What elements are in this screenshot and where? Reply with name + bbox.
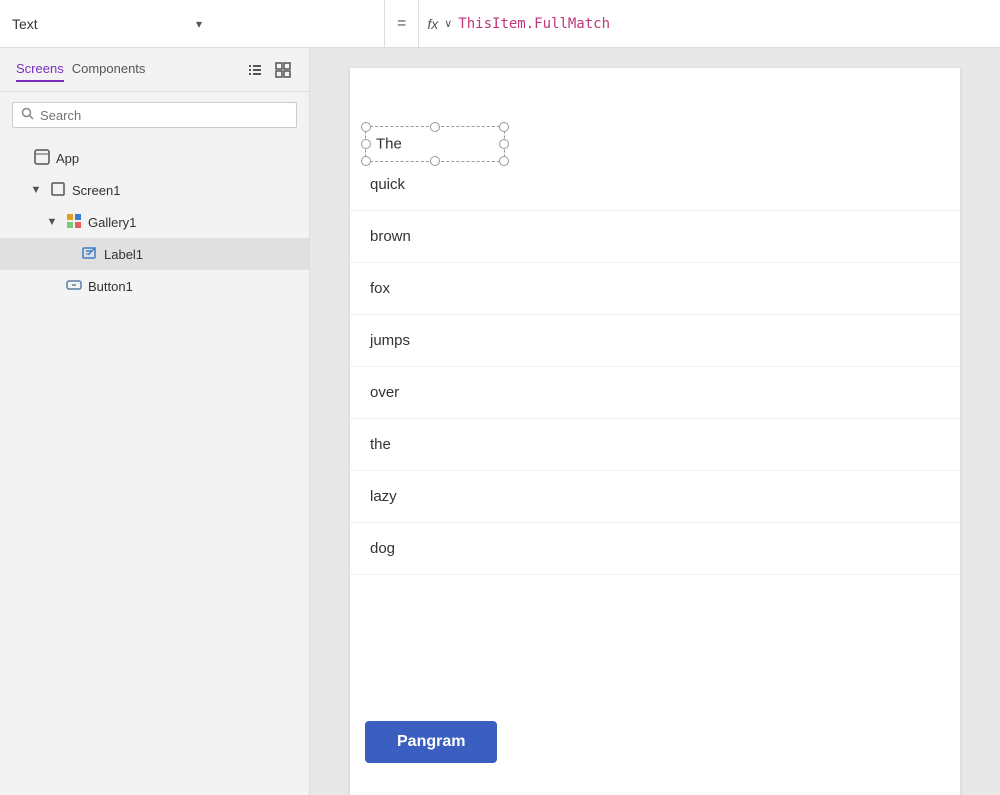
tree-label-gallery1: Gallery1 — [88, 215, 301, 230]
gallery-item-5[interactable]: over — [350, 367, 960, 419]
equals-sign: = — [385, 0, 419, 47]
gallery-item-text-2: brown — [370, 228, 411, 245]
property-dropdown[interactable]: Text ▾ — [0, 0, 385, 47]
formula-bar: fx ∨ ThisItem.FullMatch — [419, 16, 1000, 32]
tabs-row: Screens Components — [0, 48, 309, 92]
tree-label-screen1: Screen1 — [72, 183, 301, 198]
search-icon — [21, 107, 34, 123]
tree-item-button1[interactable]: Button1 — [0, 270, 309, 302]
tab-components[interactable]: Components — [72, 57, 146, 82]
fx-chevron-icon: ∨ — [444, 17, 452, 30]
gallery-item-text-5: over — [370, 384, 399, 401]
gallery-item-3[interactable]: fox — [350, 263, 960, 315]
button-icon — [64, 277, 84, 296]
gallery-item-text-4: jumps — [370, 332, 410, 349]
gallery-item-4[interactable]: jumps — [350, 315, 960, 367]
pangram-button[interactable]: Pangram — [365, 721, 497, 763]
canvas-area[interactable]: The quick brown fox jumps over — [310, 48, 1000, 795]
screen-icon — [48, 181, 68, 200]
tree-item-app[interactable]: App — [0, 142, 309, 174]
grid-view-icon[interactable] — [273, 60, 293, 80]
gallery-container: quick brown fox jumps over the l — [350, 123, 960, 575]
tab-screens[interactable]: Screens — [16, 57, 64, 82]
tree-item-gallery1[interactable]: ▼ Gallery1 — [0, 206, 309, 238]
tree-label-button1: Button1 — [88, 279, 301, 294]
gallery-item-text-1: quick — [370, 176, 405, 193]
gallery-item-text-7: lazy — [370, 488, 397, 505]
gallery-item-text-8: dog — [370, 540, 395, 557]
gallery-item-1[interactable]: quick — [350, 159, 960, 211]
gallery-item-text-6: the — [370, 436, 391, 453]
gallery-item-2[interactable]: brown — [350, 211, 960, 263]
gallery-item-6[interactable]: the — [350, 419, 960, 471]
tree-label-app: App — [56, 151, 301, 166]
canvas-frame: The quick brown fox jumps over — [350, 68, 960, 795]
tree: App ▼ Screen1 ▼ — [0, 138, 309, 795]
formula-expression[interactable]: ThisItem.FullMatch — [458, 16, 610, 32]
list-view-icon[interactable] — [245, 60, 265, 80]
property-chevron-icon: ▾ — [196, 17, 372, 31]
tree-item-screen1[interactable]: ▼ Screen1 — [0, 174, 309, 206]
main-area: Screens Components — [0, 48, 1000, 795]
search-box[interactable] — [12, 102, 297, 128]
fx-icon: fx — [427, 16, 438, 32]
tab-icons — [245, 60, 293, 80]
tree-label-label1: Label1 — [104, 247, 301, 262]
app-icon — [32, 149, 52, 168]
gallery-item-8[interactable]: dog — [350, 523, 960, 575]
left-panel: Screens Components — [0, 48, 310, 795]
gallery-item-7[interactable]: lazy — [350, 471, 960, 523]
expand-icon-gallery1: ▼ — [44, 216, 60, 228]
expand-icon-screen1: ▼ — [28, 184, 44, 196]
gallery-icon — [64, 213, 84, 232]
label-icon — [80, 245, 100, 264]
tree-item-label1[interactable]: Label1 — [0, 238, 309, 270]
top-bar: Text ▾ = fx ∨ ThisItem.FullMatch — [0, 0, 1000, 48]
search-input[interactable] — [40, 108, 288, 123]
gallery-item-text-3: fox — [370, 280, 390, 297]
property-value: Text — [12, 16, 188, 32]
